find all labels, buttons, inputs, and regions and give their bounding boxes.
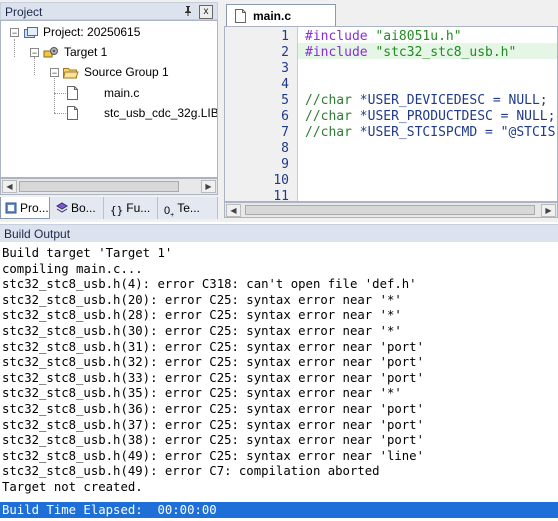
tab-functions[interactable]: {} Fu... bbox=[106, 197, 158, 219]
editor-tab-main-c[interactable]: main.c bbox=[226, 4, 336, 26]
code-line: //char *USER_STCISPCMD = "@STCIS bbox=[305, 125, 555, 141]
tree-item-label: main.c bbox=[104, 86, 140, 100]
editor-tab-label: main.c bbox=[253, 9, 292, 23]
scroll-left-icon[interactable]: ◀ bbox=[2, 180, 17, 193]
collapse-icon[interactable]: − bbox=[50, 68, 59, 78]
line-number: 2 bbox=[281, 45, 289, 60]
code-line: #include "ai8051u.h" bbox=[305, 29, 462, 45]
tab-label: Te... bbox=[177, 201, 200, 215]
build-log-line: stc32_stc8_usb.h(33): error C25: syntax … bbox=[2, 370, 424, 385]
tab-project[interactable]: Pro... bbox=[0, 197, 50, 219]
build-output-panel: Build Output Build target 'Target 1' comp… bbox=[0, 222, 558, 521]
build-log-line: stc32_stc8_usb.h(35): error C25: syntax … bbox=[2, 386, 402, 401]
tree-item-label: Target 1 bbox=[64, 45, 108, 59]
target-icon bbox=[43, 46, 58, 58]
tab-books[interactable]: Bo... bbox=[52, 197, 104, 219]
code-token: "stc32_stc8_usb.h" bbox=[375, 45, 517, 60]
code-token: "ai8051u.h" bbox=[375, 29, 462, 44]
line-number: 8 bbox=[281, 141, 289, 156]
code-token: *USER_DEVICEDESC = NULL; bbox=[359, 93, 548, 108]
build-log-line: stc32_stc8_usb.h(31): error C25: syntax … bbox=[2, 339, 424, 354]
code-line: #include "stc32_stc8_usb.h" bbox=[305, 45, 516, 61]
code-token: //char bbox=[305, 109, 360, 124]
file-icon bbox=[67, 106, 81, 120]
build-log-line: compiling main.c... bbox=[2, 261, 143, 276]
line-number: 3 bbox=[281, 61, 289, 76]
line-number: 6 bbox=[281, 109, 289, 124]
scroll-left-icon[interactable]: ◀ bbox=[226, 204, 241, 217]
build-log-line: stc32_stc8_usb.h(38): error C25: syntax … bbox=[2, 433, 424, 448]
line-number-gutter: 1 2 3 4 5 6 7 8 9 10 11 bbox=[225, 27, 298, 202]
pin-icon[interactable] bbox=[181, 5, 195, 19]
project-icon bbox=[24, 26, 38, 38]
tree-item-label: Source Group 1 bbox=[84, 65, 169, 79]
build-log-line: stc32_stc8_usb.h(36): error C25: syntax … bbox=[2, 402, 424, 416]
build-log-line: stc32_stc8_usb.h(4): error C318: can't o… bbox=[2, 277, 417, 292]
tab-label: Fu... bbox=[126, 201, 151, 215]
project-tree: − Project: 20250615 − Target 1 − Source … bbox=[0, 20, 218, 178]
braces-icon: {} bbox=[110, 204, 124, 217]
code-token: *USER_STCISPCMD = "@STCIS bbox=[359, 125, 556, 140]
folder-open-icon bbox=[62, 66, 79, 79]
scroll-thumb[interactable] bbox=[245, 205, 535, 215]
build-log-line: stc32_stc8_usb.h(49): error C25: syntax … bbox=[2, 448, 424, 463]
build-log-line: stc32_stc8_usb.h(20): error C25: syntax … bbox=[2, 292, 402, 307]
build-output-log[interactable]: Build target 'Target 1' compiling main.c.… bbox=[0, 246, 558, 502]
code-line: //char *USER_PRODUCTDESC = NULL; bbox=[305, 109, 555, 125]
collapse-icon[interactable]: − bbox=[30, 48, 39, 58]
build-log-line: Build target 'Target 1' bbox=[2, 246, 173, 260]
build-output-title: Build Output bbox=[4, 227, 71, 241]
code-editor[interactable]: 1 2 3 4 5 6 7 8 9 10 11 #include "ai8051u.h" #inclu… bbox=[224, 26, 558, 202]
close-icon[interactable]: x bbox=[199, 5, 213, 19]
line-number: 4 bbox=[281, 77, 289, 92]
line-number: 1 bbox=[281, 29, 289, 44]
scroll-right-icon[interactable]: ▶ bbox=[541, 204, 556, 217]
tab-label: Bo... bbox=[71, 201, 96, 215]
build-log-line: stc32_stc8_usb.h(28): error C25: syntax … bbox=[2, 308, 402, 323]
build-log-line: Target not created. bbox=[2, 480, 143, 494]
project-tree-hscrollbar[interactable]: ◀ ▶ bbox=[0, 178, 218, 195]
tab-templates[interactable]: 0+Te... bbox=[160, 197, 218, 219]
build-log-line: stc32_stc8_usb.h(37): error C25: syntax … bbox=[2, 417, 424, 432]
build-status-text: Build Time Elapsed: 00:00:00 bbox=[2, 503, 217, 517]
editor-hscrollbar[interactable]: ◀ ▶ bbox=[224, 202, 558, 218]
build-status-line: Build Time Elapsed: 00:00:00 bbox=[0, 502, 558, 518]
project-panel-tabs: Pro... Bo... {} Fu... 0+Te... bbox=[0, 197, 218, 219]
book-icon bbox=[5, 199, 17, 214]
template-icon: 0+ bbox=[164, 205, 175, 219]
code-token: #include bbox=[305, 45, 376, 60]
collapse-icon[interactable]: − bbox=[10, 28, 19, 38]
line-number: 9 bbox=[281, 157, 289, 172]
editor-panel: main.c 1 2 3 4 5 6 7 8 9 10 11 #include "ai8051u.h… bbox=[222, 0, 558, 220]
build-output-titlebar: Build Output bbox=[0, 224, 558, 242]
tree-item-label: stc_usb_cdc_32g.LIB bbox=[104, 106, 218, 120]
line-number: 7 bbox=[281, 125, 289, 140]
scroll-thumb[interactable] bbox=[19, 181, 179, 192]
books-icon bbox=[56, 199, 68, 213]
line-number: 5 bbox=[281, 93, 289, 108]
file-icon bbox=[235, 9, 247, 26]
line-number: 11 bbox=[273, 189, 289, 202]
build-log-line: stc32_stc8_usb.h(30): error C25: syntax … bbox=[2, 324, 402, 338]
code-line: //char *USER_DEVICEDESC = NULL; bbox=[305, 93, 548, 109]
code-token: //char bbox=[305, 125, 360, 140]
tab-label: Pro... bbox=[20, 201, 49, 215]
project-panel: Project x − Project: 20250615 − Target 1 bbox=[0, 0, 220, 220]
code-token: //char bbox=[305, 93, 360, 108]
build-log-line: stc32_stc8_usb.h(32): error C25: syntax … bbox=[2, 355, 424, 370]
file-icon bbox=[67, 86, 81, 100]
project-panel-title: Project bbox=[5, 5, 43, 19]
code-token: *USER_PRODUCTDESC = NULL; bbox=[359, 109, 556, 124]
line-number: 10 bbox=[273, 173, 289, 188]
build-log-line: stc32_stc8_usb.h(49): error C7: compilat… bbox=[2, 464, 380, 479]
code-token: #include bbox=[305, 29, 376, 44]
tree-item-label: Project: 20250615 bbox=[43, 25, 141, 39]
project-panel-titlebar: Project x bbox=[0, 2, 218, 20]
scroll-right-icon[interactable]: ▶ bbox=[201, 180, 216, 193]
